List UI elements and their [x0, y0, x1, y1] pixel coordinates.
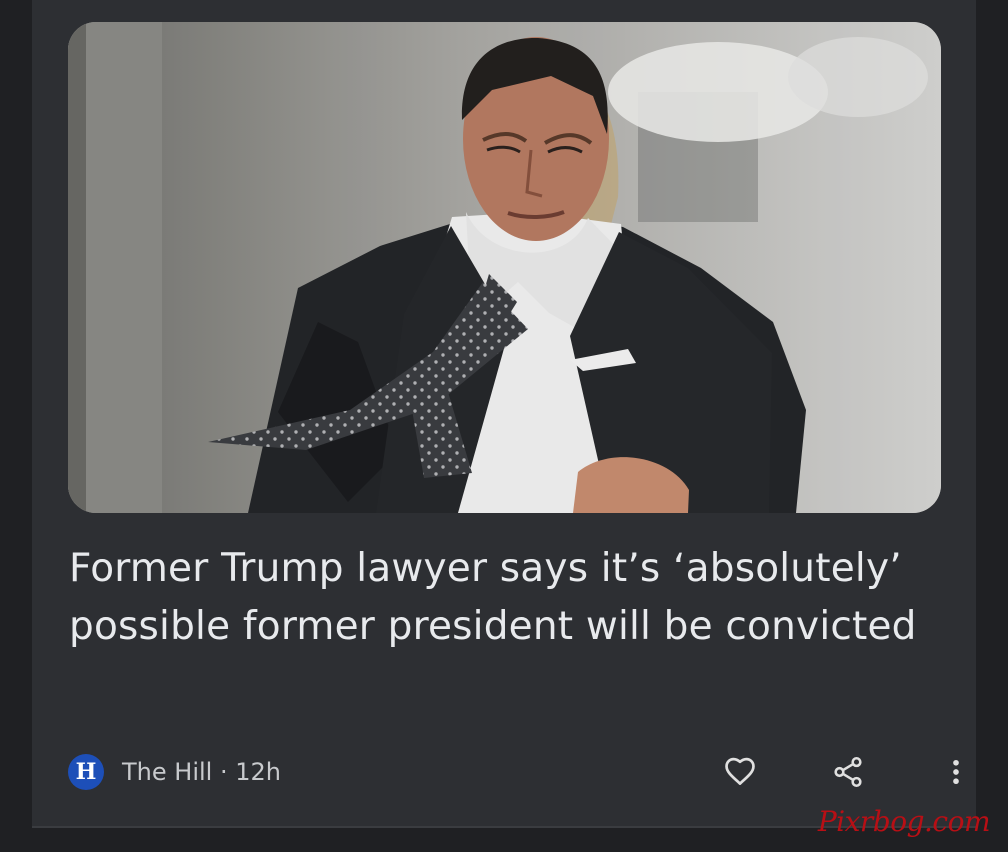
the-hill-logo-icon: H: [68, 754, 104, 790]
article-headline[interactable]: Former Trump lawyer says it’s ‘absolutel…: [69, 540, 959, 656]
meta-separator: ·: [212, 758, 236, 786]
source-line: The Hill · 12h: [122, 756, 281, 788]
source-name[interactable]: The Hill: [122, 758, 212, 786]
article-meta-row: H The Hill · 12h: [68, 750, 959, 794]
share-icon: [834, 756, 862, 788]
more-vert-icon: [953, 759, 959, 785]
article-image[interactable]: [68, 22, 941, 513]
share-button[interactable]: [826, 750, 870, 794]
watermark: Pixrbog.com: [817, 805, 991, 838]
heart-icon: [725, 757, 755, 785]
article-age: 12h: [235, 758, 281, 786]
news-card[interactable]: Former Trump lawyer says it’s ‘absolutel…: [32, 0, 976, 826]
article-photo: [68, 22, 941, 513]
news-feed: Former Trump lawyer says it’s ‘absolutel…: [0, 0, 1008, 852]
like-button[interactable]: [718, 750, 762, 794]
more-options-button[interactable]: [934, 750, 978, 794]
